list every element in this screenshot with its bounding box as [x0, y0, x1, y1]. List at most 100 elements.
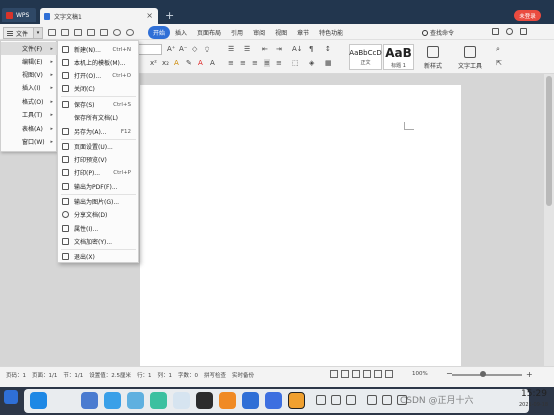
zoom-slider-knob[interactable]: [480, 371, 486, 377]
document-page[interactable]: [140, 85, 461, 366]
music-icon[interactable]: [150, 392, 167, 409]
shading-icon[interactable]: ⬚: [292, 59, 299, 67]
char-border-icon[interactable]: A: [210, 59, 215, 67]
new-icon[interactable]: [48, 29, 56, 36]
tab-page-layout[interactable]: 页面布局: [192, 26, 226, 39]
wps-doc-icon[interactable]: [288, 392, 305, 409]
submenu-page-setup[interactable]: 页面设置(U)...: [58, 140, 138, 153]
style-heading-1[interactable]: AaB 标题 1: [383, 44, 414, 70]
find-icon[interactable]: ⌕: [496, 45, 500, 54]
backup-toggle[interactable]: 实时备份: [232, 371, 254, 379]
chevron-down-icon[interactable]: ▾: [33, 28, 42, 38]
view-web-icon[interactable]: [352, 370, 360, 378]
submenu-print-preview[interactable]: 打印预览(V): [58, 153, 138, 166]
tray-trash-icon[interactable]: [331, 395, 341, 405]
menu-item-window[interactable]: 窗口(W) ▸: [1, 135, 57, 148]
menu-item-edit[interactable]: 编辑(E) ▸: [1, 55, 57, 68]
close-tab-icon[interactable]: ×: [146, 11, 153, 20]
tab-wps-home[interactable]: WPS: [2, 8, 36, 22]
tray-pen-icon[interactable]: [346, 395, 356, 405]
photos-icon[interactable]: [127, 392, 144, 409]
justify-icon[interactable]: ≡: [264, 59, 270, 67]
grow-font-icon[interactable]: A⁺: [167, 45, 175, 53]
align-center-icon[interactable]: ≡: [240, 59, 246, 67]
text-effect-icon[interactable]: A: [174, 59, 179, 67]
submenu-export-image[interactable]: 输出为图片(G)...: [58, 195, 138, 208]
bullet-list-icon[interactable]: ☰: [228, 45, 234, 53]
select-icon[interactable]: ⇱: [496, 59, 502, 67]
clear-format-icon[interactable]: ◇: [192, 45, 197, 53]
clock-time[interactable]: 15:29: [521, 389, 547, 399]
highlight-icon[interactable]: ✎: [186, 59, 192, 67]
submenu-share[interactable]: 分享文档(D): [58, 208, 138, 221]
window-icon[interactable]: [492, 28, 499, 35]
tab-document[interactable]: 文字文稿1 ×: [40, 8, 158, 24]
menu-item-file[interactable]: 文件(F) ▸: [1, 42, 57, 55]
border-icon[interactable]: ▦: [325, 59, 332, 67]
tab-special[interactable]: 特色功能: [314, 26, 348, 39]
submenu-save-all[interactable]: 保存所有文档(L): [58, 111, 138, 124]
distributed-icon[interactable]: ≡: [276, 59, 282, 67]
text-tools-button[interactable]: 文字工具: [458, 46, 482, 70]
redo-icon[interactable]: [126, 29, 134, 36]
tab-view[interactable]: 视图: [270, 26, 292, 39]
new-style-button[interactable]: 新样式: [424, 46, 442, 70]
add-tab-icon[interactable]: +: [165, 9, 174, 22]
store-icon[interactable]: [219, 392, 236, 409]
tab-insert[interactable]: 插入: [170, 26, 192, 39]
view-outline-icon[interactable]: [330, 370, 338, 378]
tray-volume-icon[interactable]: [367, 395, 377, 405]
fill-icon[interactable]: ◈: [309, 59, 314, 67]
submenu-export-pdf[interactable]: 输出为PDF(F)...: [58, 180, 138, 193]
view-pen-icon[interactable]: [374, 370, 382, 378]
submenu-properties[interactable]: 属性(I)...: [58, 222, 138, 235]
zoom-level[interactable]: 100%: [412, 371, 428, 377]
submenu-open[interactable]: 打开(O)... Ctrl+O: [58, 69, 138, 82]
show-marks-icon[interactable]: ¶: [309, 45, 313, 53]
file-manager-icon[interactable]: [30, 392, 47, 409]
submenu-encrypt[interactable]: 文档加密(Y)...: [58, 235, 138, 248]
submenu-save-as[interactable]: 另存为(A)... F12: [58, 125, 138, 138]
scrollbar-thumb[interactable]: [546, 76, 552, 206]
font-size-combo[interactable]: [138, 44, 162, 55]
print-preview-icon[interactable]: [100, 29, 108, 36]
login-button[interactable]: 未登录: [514, 10, 541, 21]
file-menu-button[interactable]: 文件 ▾: [3, 27, 43, 39]
align-left-icon[interactable]: ≡: [228, 59, 234, 67]
tab-sections[interactable]: 章节: [292, 26, 314, 39]
settings-icon[interactable]: [506, 28, 513, 35]
launcher-icon[interactable]: [4, 390, 18, 404]
menu-item-insert[interactable]: 插入(I) ▸: [1, 81, 57, 94]
submenu-save[interactable]: 保存(S) Ctrl+S: [58, 98, 138, 111]
align-right-icon[interactable]: ≡: [252, 59, 258, 67]
save-icon[interactable]: [74, 29, 82, 36]
submenu-template[interactable]: 本机上的模板(M)...: [58, 56, 138, 69]
view-read-icon[interactable]: [363, 370, 371, 378]
view-page-icon[interactable]: [341, 370, 349, 378]
menu-item-view[interactable]: 视图(V) ▸: [1, 68, 57, 81]
browser-icon[interactable]: [104, 392, 121, 409]
wps-writer-icon[interactable]: [265, 392, 282, 409]
submenu-close[interactable]: 关闭(C): [58, 82, 138, 95]
video-icon[interactable]: [173, 392, 190, 409]
view-focus-icon[interactable]: [385, 370, 393, 378]
style-normal[interactable]: AaBbCcD 正文: [349, 44, 382, 70]
sort-icon[interactable]: A↓: [292, 45, 303, 53]
vertical-scrollbar[interactable]: [544, 74, 554, 366]
subscript-icon[interactable]: x₂: [162, 59, 169, 67]
undo-icon[interactable]: [113, 29, 121, 36]
submenu-print[interactable]: 打印(P)... Ctrl+P: [58, 166, 138, 179]
font-color-icon[interactable]: A: [198, 59, 203, 67]
settings-app-icon[interactable]: [242, 392, 259, 409]
tray-multitask-icon[interactable]: [316, 395, 326, 405]
superscript-icon[interactable]: x²: [150, 59, 157, 67]
menu-item-tools[interactable]: 工具(T) ▸: [1, 108, 57, 121]
numbered-list-icon[interactable]: ☰: [244, 45, 250, 53]
shrink-font-icon[interactable]: A⁻: [179, 45, 187, 53]
menu-item-table[interactable]: 表格(A) ▸: [1, 122, 57, 135]
open-icon[interactable]: [61, 29, 69, 36]
submenu-new[interactable]: 新建(N)... Ctrl+N: [58, 43, 138, 56]
zoom-in-icon[interactable]: +: [526, 370, 533, 379]
command-search[interactable]: 查找命令: [422, 28, 454, 37]
folder-icon[interactable]: [81, 392, 98, 409]
